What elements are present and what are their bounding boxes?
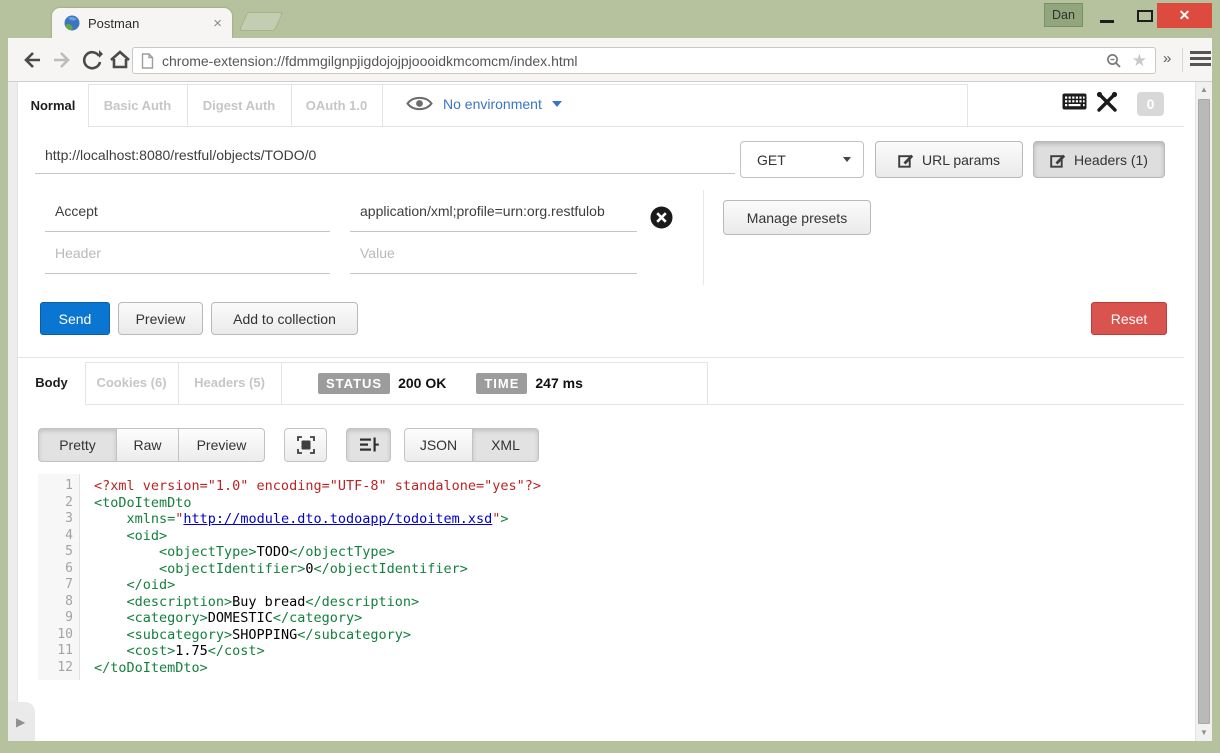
presets-divider: [703, 190, 704, 285]
tab-close-icon[interactable]: ×: [213, 16, 222, 31]
postman-app: Normal Basic Auth Digest Auth OAuth 1.0 …: [8, 82, 1212, 741]
response-tab-headers[interactable]: Headers (5): [178, 362, 281, 404]
header-key-input[interactable]: [45, 198, 330, 232]
wrap-group: [346, 428, 391, 462]
format-xml[interactable]: XML: [472, 428, 539, 462]
edit-icon: [898, 152, 914, 168]
chevron-down-icon: [552, 101, 562, 107]
tab-normal[interactable]: Normal: [18, 84, 88, 127]
time-badge: TIME: [476, 373, 527, 394]
minimize-button[interactable]: [1090, 3, 1124, 28]
home-icon[interactable]: [108, 48, 132, 72]
preview-button[interactable]: Preview: [118, 302, 203, 335]
line-wrap-icon: [359, 436, 379, 454]
close-window-button[interactable]: ✕: [1157, 3, 1212, 28]
tab-title: Postman: [88, 16, 213, 31]
line-wrap-button[interactable]: [346, 428, 391, 462]
view-mode-group: Pretty Raw Preview: [38, 428, 265, 462]
view-mode-pretty[interactable]: Pretty: [38, 428, 117, 462]
status-value: 200 OK: [398, 375, 446, 391]
code-lines[interactable]: <?xml version="1.0" encoding="UTF-8" sta…: [81, 474, 1181, 680]
method-select[interactable]: GET: [740, 141, 864, 178]
scroll-up-icon[interactable]: ▲: [1196, 82, 1212, 98]
tab-oauth[interactable]: OAuth 1.0: [291, 84, 382, 127]
add-to-collection-button[interactable]: Add to collection: [211, 302, 358, 335]
eye-icon: [406, 94, 433, 113]
response-tab-body[interactable]: Body: [18, 362, 85, 404]
expand-group: [284, 428, 327, 462]
time-value: 247 ms: [535, 375, 582, 391]
address-bar[interactable]: chrome-extension://fdmmgilgnpjigdojojpjo…: [132, 47, 1156, 74]
reset-button[interactable]: Reset: [1091, 302, 1167, 335]
browser-tab[interactable]: Postman ×: [52, 8, 232, 38]
environment-selector[interactable]: No environment: [406, 94, 562, 113]
header-value-input[interactable]: [350, 198, 637, 232]
section-divider: [18, 357, 1184, 358]
settings-tools-icon[interactable]: [1095, 91, 1119, 113]
page-icon: [141, 53, 154, 69]
new-header-key-input[interactable]: [45, 240, 330, 274]
manage-presets-button[interactable]: Manage presets: [723, 200, 871, 235]
method-value: GET: [757, 152, 786, 168]
new-header-value-input[interactable]: [350, 240, 637, 274]
url-params-button[interactable]: URL params: [875, 141, 1023, 178]
new-tab-button[interactable]: [239, 12, 283, 31]
close-icon: ✕: [1179, 7, 1191, 24]
status-badge: STATUS: [318, 373, 390, 394]
remove-header-icon[interactable]: [650, 206, 673, 229]
browser-toolbar: chrome-extension://fdmmgilgnpjigdojojpjo…: [8, 38, 1212, 82]
reload-icon[interactable]: [80, 48, 104, 72]
view-mode-raw[interactable]: Raw: [116, 428, 179, 462]
code-gutter: 123456789101112: [38, 474, 80, 680]
bookmark-star-icon[interactable]: ★: [1132, 51, 1147, 71]
minimize-icon: [1100, 20, 1114, 23]
fullscreen-button[interactable]: [284, 428, 327, 462]
url-text[interactable]: chrome-extension://fdmmgilgnpjigdojojpjo…: [162, 53, 1106, 69]
keyboard-shortcuts-icon[interactable]: [1062, 93, 1087, 110]
scroll-down-icon[interactable]: ▼: [1196, 725, 1212, 741]
sidebar-expander[interactable]: ▶: [8, 702, 35, 741]
format-json[interactable]: JSON: [404, 428, 473, 462]
vertical-scrollbar[interactable]: ▲ ▼: [1195, 82, 1212, 741]
forward-icon[interactable]: [50, 48, 74, 72]
browser-user-button[interactable]: Dan: [1044, 3, 1083, 27]
toolbar-divider: [1182, 48, 1183, 72]
headers-button[interactable]: Headers (1): [1033, 141, 1165, 178]
scrollbar-thumb[interactable]: [1198, 99, 1210, 724]
environment-label[interactable]: No environment: [443, 96, 542, 112]
response-meta: STATUS 200 OK TIME 247 ms: [318, 368, 583, 398]
edit-icon: [1050, 152, 1066, 168]
view-mode-preview[interactable]: Preview: [178, 428, 265, 462]
fullscreen-icon: [297, 436, 315, 454]
send-button[interactable]: Send: [40, 302, 110, 335]
sidebar-collapsed-strip: [8, 82, 18, 741]
tab-digest-auth[interactable]: Digest Auth: [187, 84, 291, 127]
format-group: JSON XML: [404, 428, 539, 462]
counter-badge[interactable]: 0: [1137, 92, 1164, 116]
browser-window: Postman × Dan ✕ chrome-extension://fdmmg…: [0, 0, 1220, 753]
zoom-icon[interactable]: [1106, 53, 1122, 69]
browser-menu-icon[interactable]: [1190, 51, 1211, 69]
postman-favicon: [64, 15, 80, 31]
back-icon[interactable]: [20, 48, 44, 72]
request-url-input[interactable]: [35, 144, 735, 174]
extensions-overflow-icon[interactable]: »: [1163, 50, 1169, 67]
response-tab-cookies[interactable]: Cookies (6): [85, 362, 178, 404]
tab-basic-auth[interactable]: Basic Auth: [88, 84, 187, 127]
expand-right-icon: ▶: [16, 715, 25, 729]
maximize-icon: [1137, 10, 1153, 22]
select-caret-icon: [843, 157, 851, 162]
